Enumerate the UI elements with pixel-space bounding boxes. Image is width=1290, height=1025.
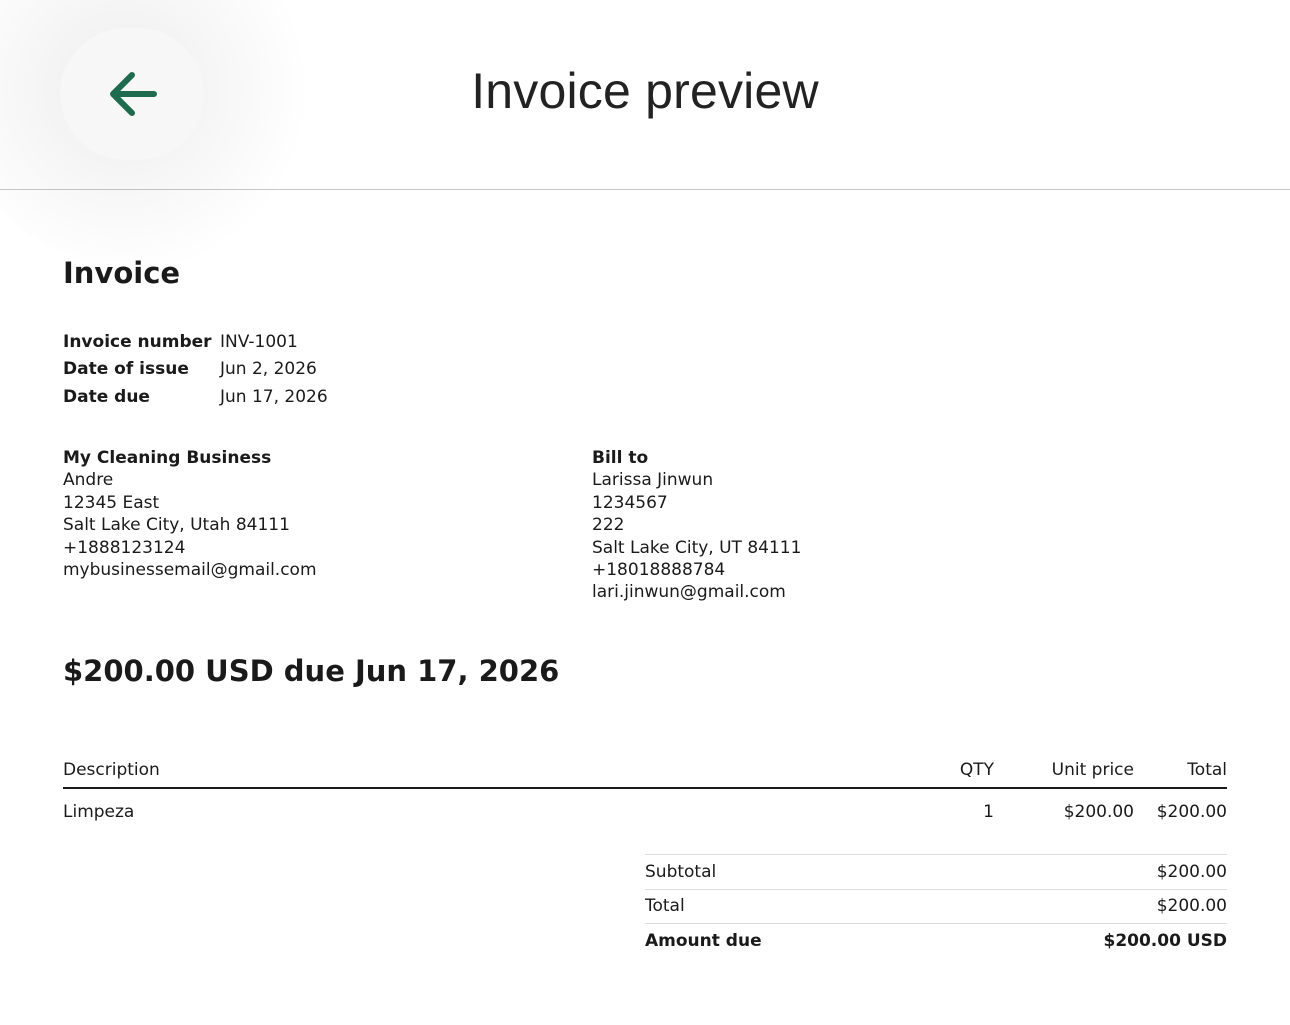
meta-label: Date of issue [63, 359, 189, 380]
client-street: 1234567 [592, 492, 668, 513]
client-unit: 222 [592, 515, 625, 536]
bill-to-heading: Bill to [592, 448, 649, 468]
item-unit-price: $200.00 [1063, 802, 1134, 822]
subtotal-label: Subtotal [645, 861, 717, 882]
item-total: $200.00 [1156, 802, 1227, 822]
meta-row-invoice-number: Invoice number INV-1001 [63, 328, 328, 356]
table-header: Description QTY Unit price Total [63, 752, 1227, 789]
business-phone: +1888123124 [63, 537, 186, 558]
column-header-description: Description [63, 759, 160, 780]
line-items-table: Description QTY Unit price Total Limpeza… [63, 752, 1227, 835]
page-title: Invoice preview [471, 63, 819, 119]
header-bar: Invoice preview [0, 0, 1290, 270]
amount-due-label: Amount due [645, 930, 762, 951]
meta-value: Jun 17, 2026 [220, 386, 328, 407]
subtotal-value: $200.00 [1156, 861, 1227, 882]
amount-due-row: Amount due $200.00 USD [645, 923, 1227, 958]
amount-due-headline: $200.00 USD due Jun 17, 2026 [63, 654, 560, 688]
column-header-qty: QTY [959, 759, 994, 780]
meta-row-date-due: Date due Jun 17, 2026 [63, 383, 328, 411]
totals-summary: Subtotal $200.00 Total $200.00 Amount du… [645, 854, 1227, 958]
client-phone: +18018888784 [592, 560, 726, 581]
invoice-meta: Invoice number INV-1001 Date of issue Ju… [63, 328, 328, 411]
business-contact-name: Andre [63, 470, 114, 491]
client-email: lari.jinwun@gmail.com [592, 582, 786, 603]
amount-due-value: $200.00 USD [1103, 930, 1227, 951]
meta-value: Jun 2, 2026 [220, 359, 317, 380]
meta-label: Invoice number [63, 331, 212, 352]
business-name: My Cleaning Business [63, 448, 272, 468]
item-qty: 1 [983, 802, 994, 822]
client-name: Larissa Jinwun [592, 470, 714, 491]
client-city: Salt Lake City, UT 84111 [592, 537, 802, 558]
column-header-total: Total [1187, 759, 1227, 780]
meta-label: Date due [63, 386, 150, 407]
invoice-heading: Invoice [63, 256, 181, 290]
meta-row-date-of-issue: Date of issue Jun 2, 2026 [63, 356, 328, 384]
business-address-block: My Cleaning Business Andre 12345 East Sa… [63, 447, 317, 581]
bill-to-block: Bill to Larissa Jinwun 1234567 222 Salt … [592, 447, 801, 604]
business-city: Salt Lake City, Utah 84111 [63, 515, 290, 536]
meta-value: INV-1001 [220, 331, 298, 352]
total-row: Total $200.00 [645, 888, 1227, 924]
subtotal-row: Subtotal $200.00 [645, 854, 1227, 889]
column-header-unit-price: Unit price [1051, 759, 1134, 780]
table-row: Limpeza 1 $200.00 $200.00 [63, 789, 1227, 835]
total-value: $200.00 [1156, 896, 1227, 917]
business-street: 12345 East [63, 492, 160, 513]
business-email: mybusinessemail@gmail.com [63, 560, 317, 581]
total-label: Total [645, 896, 685, 917]
item-description: Limpeza [63, 802, 135, 822]
